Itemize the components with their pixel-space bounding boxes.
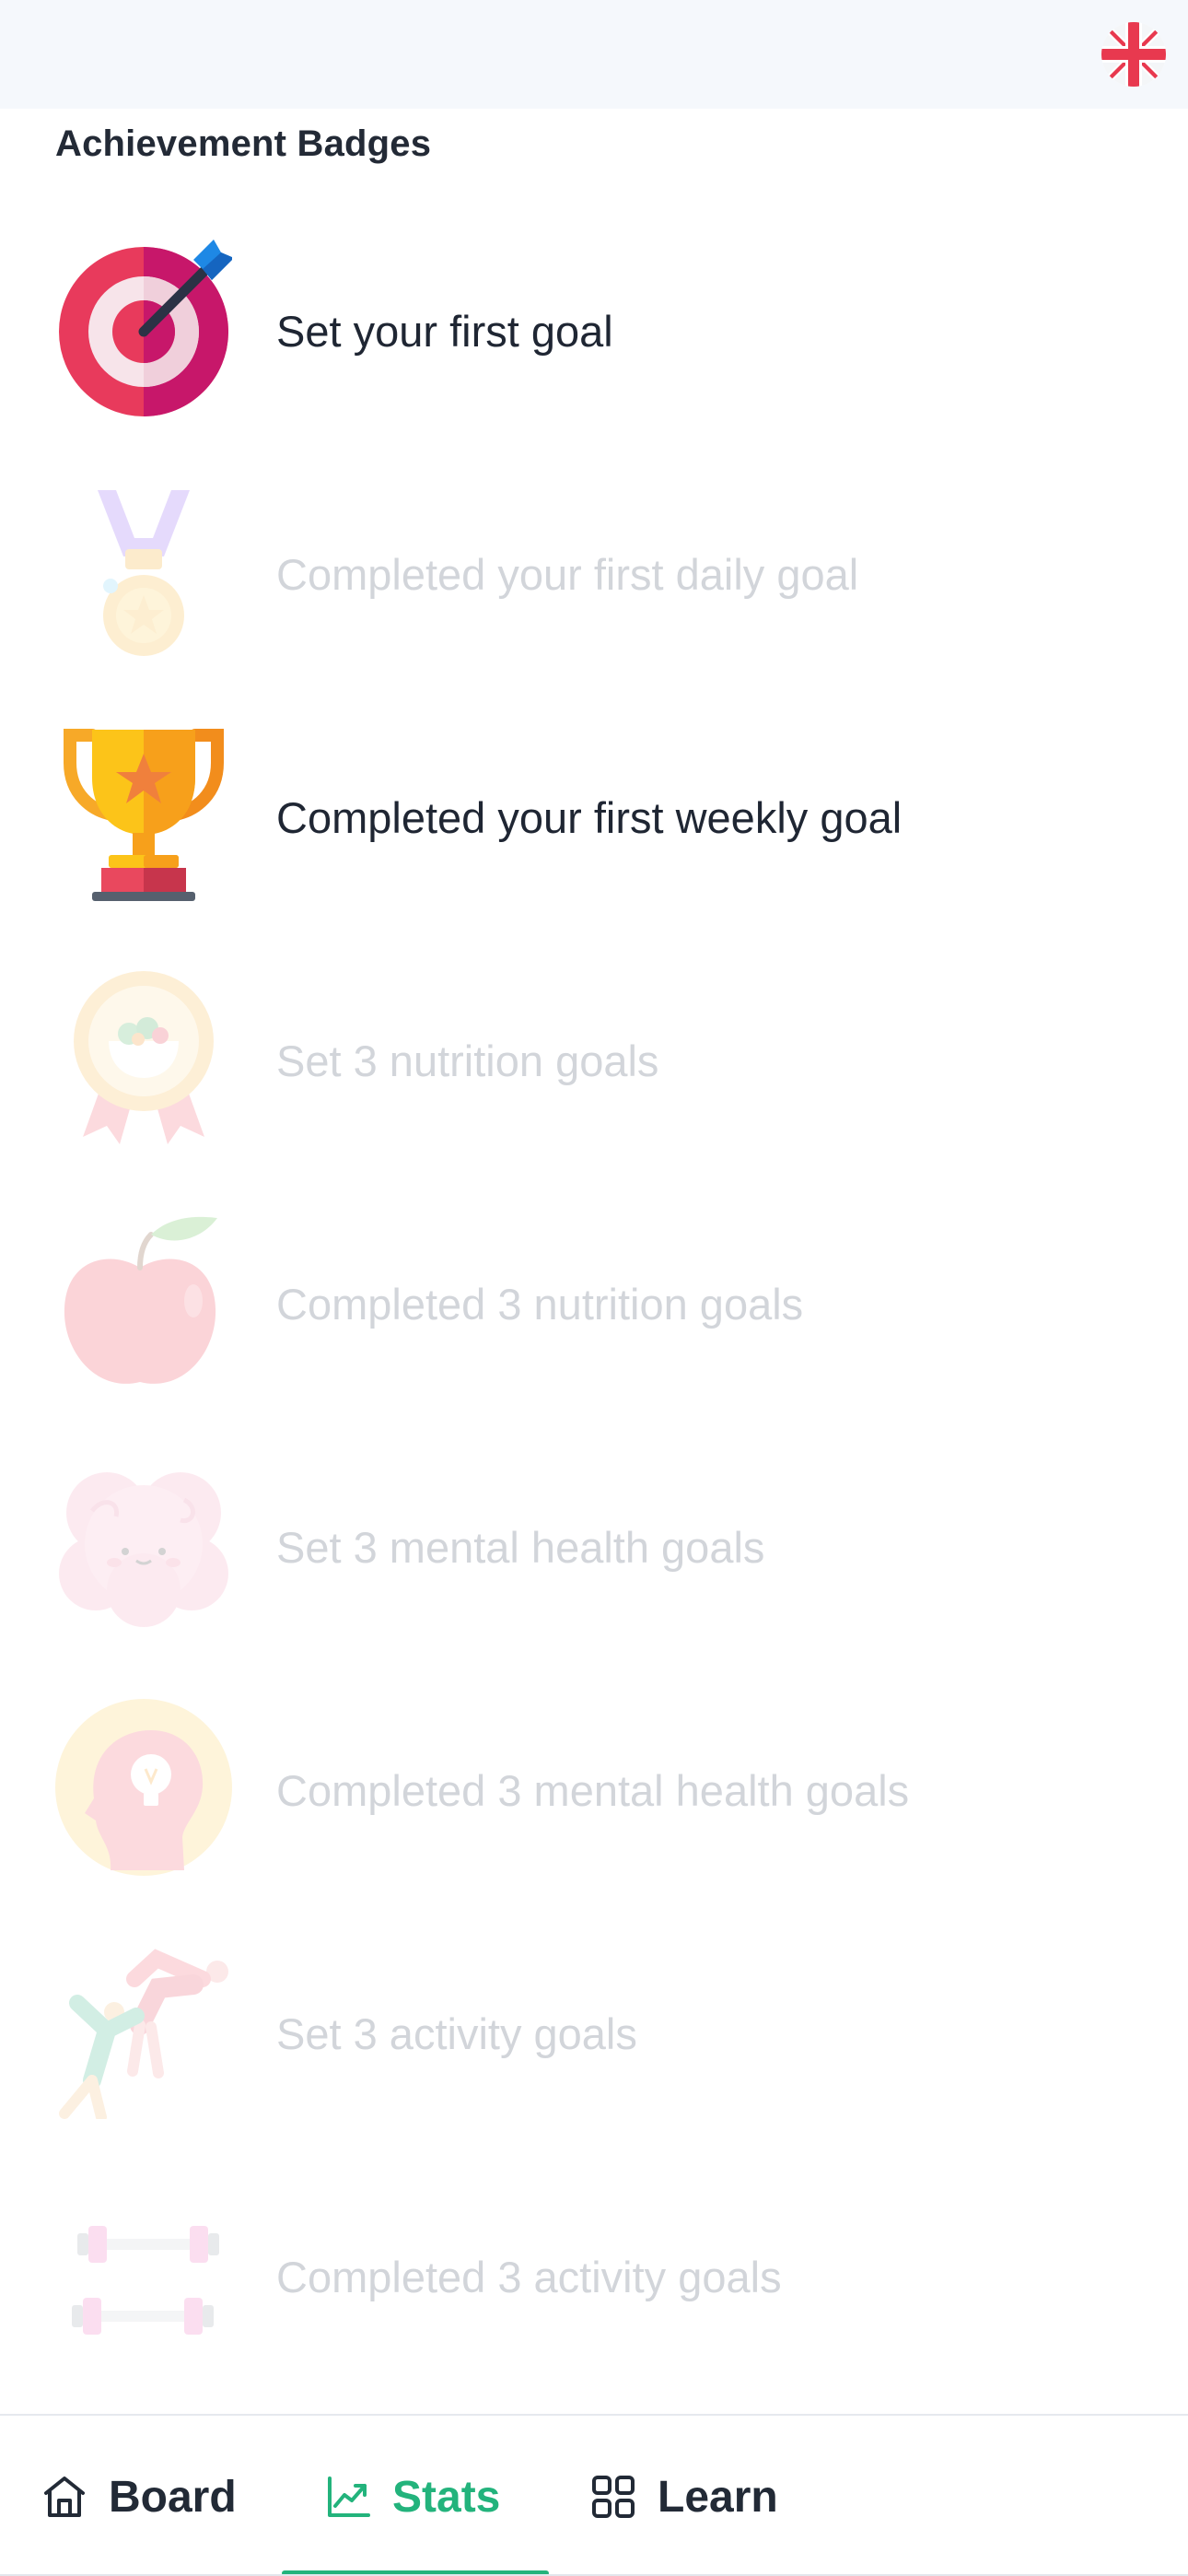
badge-item[interactable]: Completed 3 mental health goals	[0, 1669, 1188, 1913]
uk-flag-icon	[1101, 22, 1166, 87]
bottom-navigation: Board Stats Learn	[0, 2414, 1188, 2576]
badge-label: Set 3 nutrition goals	[276, 1036, 659, 1085]
badge-item[interactable]: Completed 3 activity goals	[0, 2156, 1188, 2399]
home-icon	[44, 2476, 85, 2517]
target-dart-icon	[55, 240, 232, 416]
stretching-people-icon	[55, 1942, 232, 2119]
language-switcher[interactable]	[1101, 22, 1166, 87]
badge-label: Set 3 activity goals	[276, 2009, 637, 2058]
tab-stats[interactable]: Stats	[324, 2416, 500, 2576]
badge-label: Completed 3 activity goals	[276, 2253, 782, 2301]
badge-label: Set 3 mental health goals	[276, 1523, 765, 1572]
badge-item[interactable]: Set 3 mental health goals	[0, 1426, 1188, 1669]
tab-learn[interactable]: Learn	[589, 2416, 778, 2576]
tab-board[interactable]: Board	[41, 2416, 237, 2576]
trophy-icon	[55, 726, 232, 903]
badge-item[interactable]: Set 3 activity goals	[0, 1913, 1188, 2156]
tab-label: Learn	[658, 2472, 778, 2522]
badge-item[interactable]: Completed 3 nutrition goals	[0, 1183, 1188, 1426]
tab-label: Stats	[392, 2472, 501, 2522]
top-bar	[0, 0, 1188, 109]
salad-rosette-icon	[55, 969, 232, 1146]
achievements-screen: Achievement Badges Set your first goal C…	[0, 0, 1188, 2576]
badge-item[interactable]: Set 3 nutrition goals	[0, 940, 1188, 1183]
badge-list: Set your first goal Completed your first…	[0, 210, 1188, 2399]
dumbbells-icon	[55, 2185, 232, 2362]
badge-item[interactable]: Completed your first weekly goal	[0, 697, 1188, 940]
head-lightbulb-icon	[55, 1699, 232, 1876]
grid-icon	[592, 2476, 635, 2518]
apple-icon	[55, 1212, 232, 1389]
badge-label: Completed 3 mental health goals	[276, 1766, 910, 1815]
tab-label: Board	[109, 2472, 237, 2522]
badge-label: Completed your first weekly goal	[276, 793, 903, 842]
badge-label: Completed 3 nutrition goals	[276, 1280, 804, 1329]
badge-label: Set your first goal	[276, 307, 613, 356]
brain-icon	[55, 1456, 232, 1633]
badge-label: Completed your first daily goal	[276, 550, 859, 599]
section-title: Achievement Badges	[55, 123, 432, 164]
badge-item[interactable]: Set your first goal	[0, 210, 1188, 453]
badge-item[interactable]: Completed your first daily goal	[0, 453, 1188, 697]
medal-icon	[55, 483, 232, 660]
chart-trend-icon	[328, 2476, 370, 2517]
